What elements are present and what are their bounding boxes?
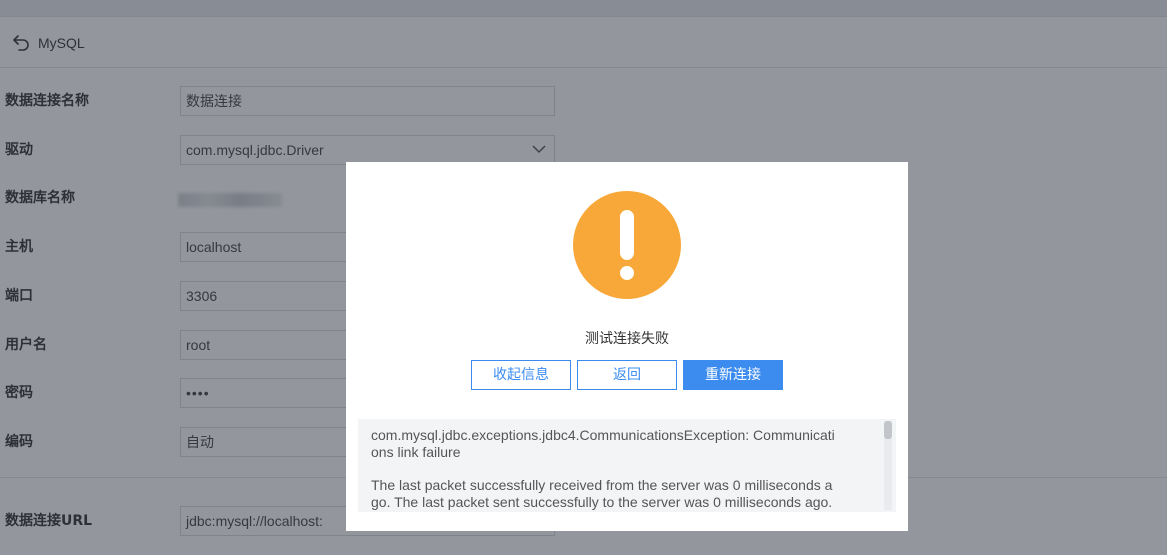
reconnect-button[interactable]: 重新连接 bbox=[683, 360, 783, 390]
collapse-info-button[interactable]: 收起信息 bbox=[471, 360, 571, 390]
back-button[interactable]: 返回 bbox=[577, 360, 677, 390]
error-line: The last packet successfully received fr… bbox=[371, 477, 833, 493]
error-line: ons link failure bbox=[371, 444, 461, 460]
scrollbar-thumb[interactable] bbox=[884, 421, 892, 439]
error-line: com.mysql.jdbc.exceptions.jdbc4.Communic… bbox=[371, 427, 835, 443]
error-spacer bbox=[371, 461, 873, 477]
error-scrollbar[interactable] bbox=[884, 421, 892, 510]
connection-test-dialog: 测试连接失败 收起信息 返回 重新连接 com.mysql.jdbc.excep… bbox=[346, 162, 908, 531]
warning-icon-dot bbox=[620, 266, 634, 280]
warning-icon-bar bbox=[620, 210, 634, 260]
error-details-box[interactable]: com.mysql.jdbc.exceptions.jdbc4.Communic… bbox=[358, 419, 896, 512]
dialog-message: 测试连接失败 bbox=[585, 331, 669, 347]
error-line: go. The last packet sent successfully to… bbox=[371, 494, 833, 510]
warning-icon bbox=[573, 191, 681, 299]
error-details-text: com.mysql.jdbc.exceptions.jdbc4.Communic… bbox=[371, 427, 873, 511]
